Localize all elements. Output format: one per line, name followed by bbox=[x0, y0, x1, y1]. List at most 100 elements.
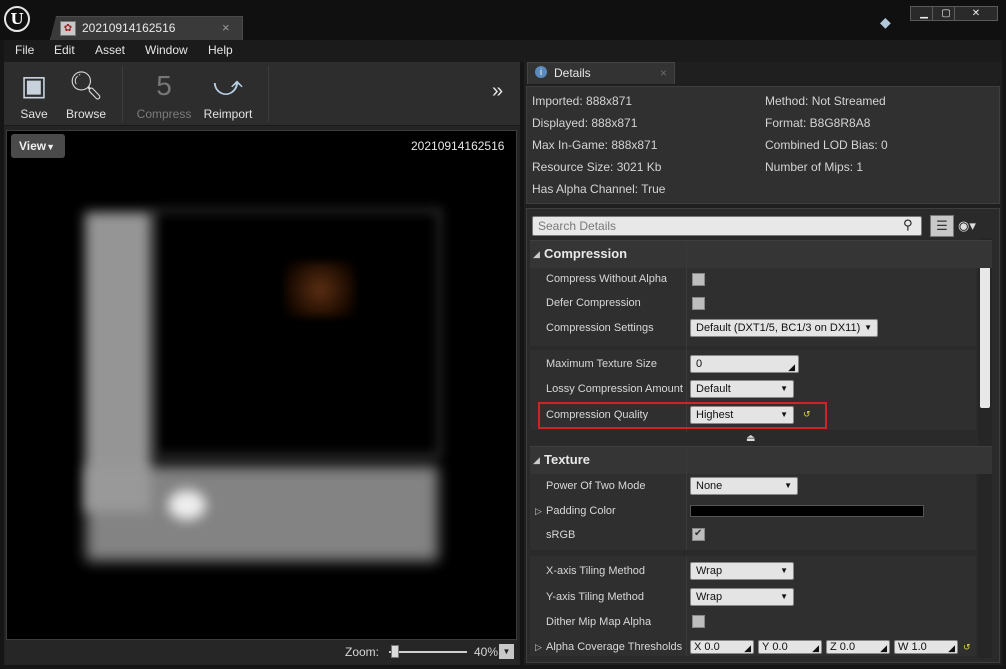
x-tiling-value: Wrap bbox=[696, 565, 723, 577]
browse-label: Browse bbox=[65, 107, 106, 121]
reimport-label: Reimport bbox=[203, 107, 253, 121]
menu-help[interactable]: Help bbox=[208, 43, 233, 57]
search-details-input[interactable]: Search Details bbox=[532, 216, 922, 236]
menu-edit[interactable]: Edit bbox=[54, 43, 75, 57]
column-divider bbox=[686, 556, 687, 656]
alpha-coverage-y-input[interactable]: Y 0.0 ◢ bbox=[758, 640, 822, 654]
reimport-button[interactable]: ⤻ Reimport bbox=[200, 66, 256, 122]
toolbar-overflow-icon[interactable]: » bbox=[492, 80, 503, 103]
property-matrix-button[interactable]: ☰ bbox=[930, 215, 954, 237]
vec-value: 0.0 bbox=[772, 641, 788, 653]
drag-handle-icon: ◢ bbox=[744, 643, 751, 653]
info-displayed: Displayed: 888x871 bbox=[532, 116, 638, 130]
alpha-coverage-z-input[interactable]: Z 0.0 ◢ bbox=[826, 640, 890, 654]
zoom-slider-thumb[interactable] bbox=[391, 645, 399, 658]
browse-button[interactable]: 🔍︎ Browse bbox=[58, 66, 114, 122]
save-button[interactable]: ▣ Save bbox=[6, 66, 62, 122]
lossy-amount-dropdown[interactable]: Default ▼ bbox=[690, 380, 794, 398]
column-divider bbox=[686, 446, 687, 474]
info-resource-size: Resource Size: 3021 Kb bbox=[532, 160, 662, 174]
power-of-two-label: Power Of Two Mode bbox=[546, 480, 646, 492]
zoom-dropdown-button[interactable]: ▼ bbox=[499, 644, 514, 659]
defer-compression-checkbox[interactable] bbox=[692, 297, 705, 310]
info-format: Format: B8G8R8A8 bbox=[765, 116, 871, 130]
zoom-value: 40% bbox=[474, 645, 499, 659]
texture-asset-icon: ✿ bbox=[60, 21, 76, 36]
zoom-slider[interactable] bbox=[389, 651, 467, 653]
max-texture-size-label: Maximum Texture Size bbox=[546, 358, 658, 370]
info-max-in-game: Max In-Game: 888x871 bbox=[532, 138, 658, 152]
collapse-arrow-icon: ◢ bbox=[533, 249, 540, 259]
dropdown-arrow-icon: ▼ bbox=[46, 142, 56, 152]
graduation-cap-icon[interactable]: ◆ bbox=[880, 14, 898, 30]
document-tab[interactable]: ✿ 20210914162516 × bbox=[50, 16, 243, 40]
texture-preview-shape bbox=[285, 262, 355, 317]
compress-icon: 5 bbox=[156, 70, 172, 101]
expand-arrow-icon[interactable]: ▷ bbox=[535, 506, 542, 517]
column-divider bbox=[686, 268, 687, 346]
info-has-alpha: Has Alpha Channel: True bbox=[532, 182, 666, 196]
padding-color-swatch[interactable] bbox=[690, 505, 924, 517]
tab-close-icon[interactable]: × bbox=[222, 20, 230, 35]
dither-mip-checkbox[interactable] bbox=[692, 615, 705, 628]
compress-button[interactable]: 5 Compress bbox=[136, 66, 192, 122]
x-tiling-label: X-axis Tiling Method bbox=[546, 565, 646, 577]
toolbar-separator bbox=[122, 66, 123, 122]
reimport-icon: ⤻ bbox=[213, 70, 243, 101]
visibility-eye-icon[interactable]: ◉▾ bbox=[958, 218, 976, 234]
vec-value: 0.0 bbox=[839, 641, 856, 653]
search-icon: ⚲ bbox=[903, 217, 913, 232]
drag-handle-icon: ◢ bbox=[812, 643, 819, 653]
alpha-coverage-x-input[interactable]: X 0.0 ◢ bbox=[690, 640, 754, 654]
expand-arrow-icon[interactable]: ▷ bbox=[535, 642, 542, 653]
category-compression-label: Compression bbox=[544, 246, 628, 261]
menu-file[interactable]: File bbox=[15, 43, 34, 57]
info-icon: i bbox=[535, 66, 547, 78]
zoom-label: Zoom: bbox=[345, 645, 380, 659]
menu-asset[interactable]: Asset bbox=[95, 43, 125, 57]
lossy-amount-label: Lossy Compression Amount bbox=[546, 383, 683, 395]
details-tab-label: Details bbox=[554, 66, 591, 80]
compress-without-alpha-checkbox[interactable] bbox=[692, 273, 705, 286]
reset-to-default-icon[interactable]: ↺ bbox=[963, 643, 972, 652]
vec-value: 1.0 bbox=[911, 641, 927, 653]
drag-handle-icon: ◢ bbox=[788, 362, 795, 372]
column-divider bbox=[686, 474, 687, 550]
compress-label: Compress bbox=[136, 107, 192, 121]
max-texture-size-input[interactable]: 0 ◢ bbox=[690, 355, 799, 373]
magnifier-icon: 🔍︎ bbox=[68, 70, 104, 101]
srgb-checkbox[interactable] bbox=[692, 528, 705, 541]
view-menu-button[interactable]: View▼ bbox=[11, 134, 65, 158]
compression-settings-dropdown[interactable]: Default (DXT1/5, BC1/3 on DX11) ▼ bbox=[690, 319, 878, 337]
close-window-button[interactable]: ✕ bbox=[954, 6, 998, 21]
power-of-two-dropdown[interactable]: None ▼ bbox=[690, 477, 798, 495]
dropdown-arrow-icon: ▼ bbox=[864, 323, 872, 332]
document-tab-label: 20210914162516 bbox=[82, 21, 176, 35]
category-texture[interactable] bbox=[530, 446, 992, 474]
unreal-logo-icon: U bbox=[4, 6, 30, 32]
vec-axis-label: W bbox=[898, 641, 909, 653]
x-tiling-dropdown[interactable]: Wrap ▼ bbox=[690, 562, 794, 580]
dropdown-arrow-icon: ▼ bbox=[780, 566, 788, 575]
vec-axis-label: Y bbox=[762, 641, 770, 653]
y-tiling-label: Y-axis Tiling Method bbox=[546, 591, 645, 603]
floppy-disk-icon: ▣ bbox=[20, 70, 48, 101]
dither-mip-label: Dither Mip Map Alpha bbox=[546, 616, 652, 628]
highlight-box bbox=[538, 402, 827, 429]
alpha-coverage-w-input[interactable]: W 1.0 ◢ bbox=[894, 640, 958, 654]
compression-settings-label: Compression Settings bbox=[546, 322, 654, 334]
vec-axis-label: Z bbox=[830, 641, 837, 653]
menu-window[interactable]: Window bbox=[145, 43, 188, 57]
viewport-texture-name: 20210914162516 bbox=[411, 139, 505, 153]
y-tiling-dropdown[interactable]: Wrap ▼ bbox=[690, 588, 794, 606]
details-tab[interactable] bbox=[527, 62, 675, 84]
view-menu-label: View bbox=[19, 139, 47, 153]
save-label: Save bbox=[20, 107, 48, 121]
info-num-mips: Number of Mips: 1 bbox=[765, 160, 864, 174]
advanced-collapse-icon[interactable]: ⏏ bbox=[746, 433, 755, 444]
vec-value: 0.0 bbox=[704, 641, 720, 653]
details-tab-close-icon[interactable]: × bbox=[660, 66, 667, 80]
drag-handle-icon: ◢ bbox=[948, 643, 955, 653]
power-of-two-value: None bbox=[696, 480, 723, 492]
padding-color-label: Padding Color bbox=[546, 505, 616, 517]
